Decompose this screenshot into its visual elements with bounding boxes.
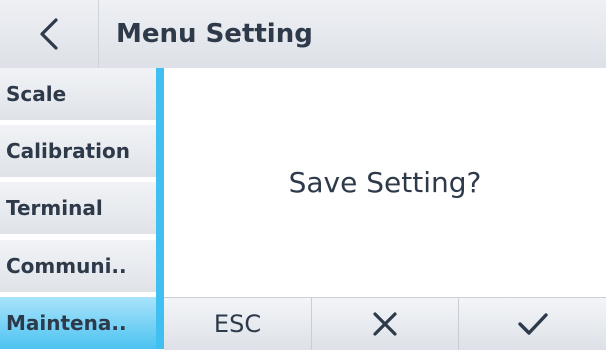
sidebar-item-communication[interactable]: Communi.. bbox=[0, 240, 156, 292]
esc-button-label: ESC bbox=[213, 310, 262, 338]
softkey-bar: ESC bbox=[164, 297, 606, 350]
chevron-left-icon bbox=[40, 18, 58, 50]
dialog-area: Save Setting? bbox=[164, 68, 606, 297]
sidebar: Scale Calibration Terminal Communi.. Mai… bbox=[0, 68, 156, 349]
sidebar-accent-bar bbox=[156, 68, 164, 349]
check-icon bbox=[517, 313, 548, 335]
header-bar: Menu Setting bbox=[0, 0, 606, 69]
sidebar-item-scale[interactable]: Scale bbox=[0, 68, 156, 120]
cancel-button[interactable] bbox=[311, 298, 458, 350]
sidebar-item-calibration[interactable]: Calibration bbox=[0, 125, 156, 177]
page-title: Menu Setting bbox=[116, 19, 313, 49]
dialog-message: Save Setting? bbox=[288, 166, 482, 199]
sidebar-item-maintenance[interactable]: Maintena.. bbox=[0, 297, 156, 349]
back-button[interactable] bbox=[0, 0, 99, 68]
screen: Menu Setting Scale Calibration Terminal … bbox=[0, 0, 606, 350]
esc-button[interactable]: ESC bbox=[164, 298, 311, 350]
confirm-button[interactable] bbox=[458, 298, 606, 350]
close-icon bbox=[373, 312, 397, 336]
sidebar-item-terminal[interactable]: Terminal bbox=[0, 182, 156, 234]
